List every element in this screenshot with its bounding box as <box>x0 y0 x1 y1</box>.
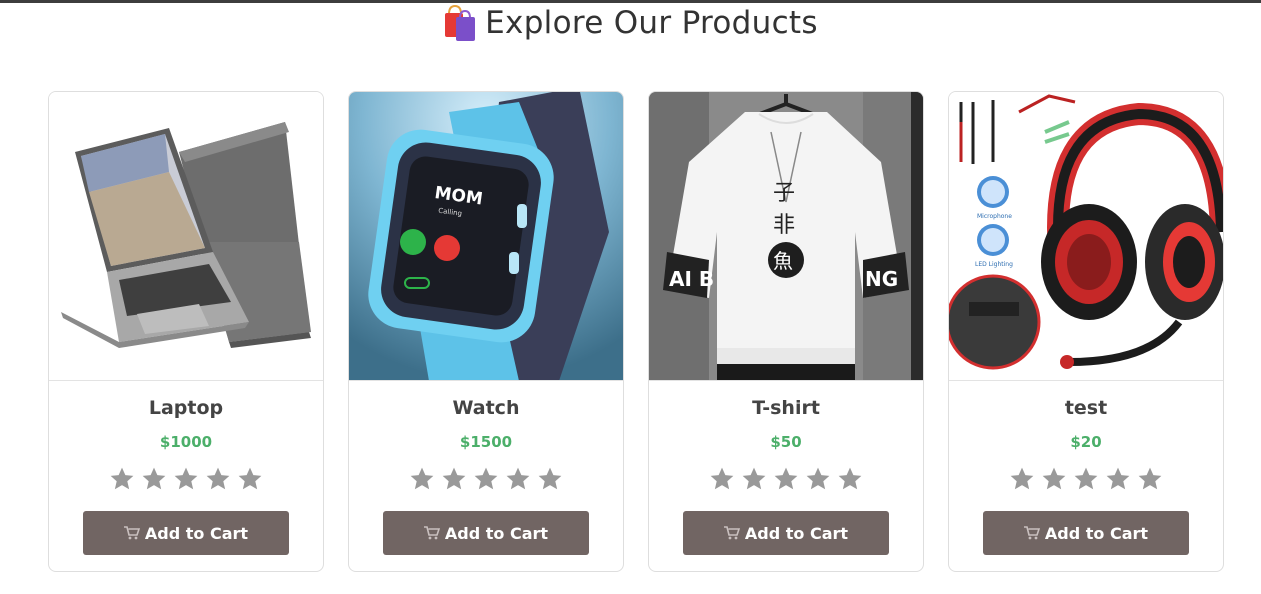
star-icon[interactable] <box>205 466 231 492</box>
page-title: Explore Our Products <box>485 5 818 41</box>
top-border <box>0 0 1261 3</box>
svg-text:NG: NG <box>865 267 898 291</box>
svg-text:魚: 魚 <box>773 249 793 273</box>
star-icon[interactable] <box>141 466 167 492</box>
cart-icon <box>723 526 740 540</box>
page-header: Explore Our Products <box>0 4 1261 42</box>
product-price: $1000 <box>159 433 213 451</box>
star-icon[interactable] <box>741 466 767 492</box>
product-name: Watch <box>452 397 520 419</box>
cart-icon <box>1023 526 1040 540</box>
product-name: Laptop <box>148 397 224 419</box>
laptop-image[interactable] <box>49 92 323 381</box>
star-icon[interactable] <box>1041 466 1067 492</box>
star-icon[interactable] <box>109 466 135 492</box>
star-icon[interactable] <box>773 466 799 492</box>
star-icon[interactable] <box>1137 466 1163 492</box>
star-icon[interactable] <box>1105 466 1131 492</box>
product-card: Laptop $1000 Add to Cart <box>48 91 324 572</box>
star-icon[interactable] <box>709 466 735 492</box>
star-rating[interactable] <box>349 466 623 492</box>
svg-text:非: 非 <box>773 213 795 238</box>
product-name: test <box>1064 397 1108 419</box>
star-icon[interactable] <box>1073 466 1099 492</box>
button-label: Add to Cart <box>444 523 549 543</box>
product-card: AI B NG 子 非 魚 T-shirt $50 Add to Cart <box>648 91 924 572</box>
svg-text:Microphone: Microphone <box>977 213 1012 220</box>
cart-icon <box>123 526 140 540</box>
smartwatch-image[interactable]: MOM Calling <box>349 92 623 381</box>
star-rating[interactable] <box>49 466 323 492</box>
product-grid: Laptop $1000 Add to Cart MOM Calling Wat… <box>48 91 1224 572</box>
cart-icon <box>423 526 440 540</box>
star-icon[interactable] <box>805 466 831 492</box>
star-icon[interactable] <box>837 466 863 492</box>
product-price: $20 <box>1070 433 1102 451</box>
star-icon[interactable] <box>409 466 435 492</box>
star-icon[interactable] <box>1009 466 1035 492</box>
svg-text:子: 子 <box>773 181 795 206</box>
svg-text:LED Lighting: LED Lighting <box>975 261 1013 268</box>
button-label: Add to Cart <box>144 523 249 543</box>
product-card: MOM Calling Watch $1500 Add to Cart <box>348 91 624 572</box>
star-icon[interactable] <box>441 466 467 492</box>
add-to-cart-button[interactable]: Add to Cart <box>83 511 289 555</box>
add-to-cart-button[interactable]: Add to Cart <box>683 511 889 555</box>
star-rating[interactable] <box>949 466 1223 492</box>
product-name: T-shirt <box>752 397 820 419</box>
star-icon[interactable] <box>505 466 531 492</box>
product-card: Microphone LED Lighting test $20 Add to … <box>948 91 1224 572</box>
product-price: $50 <box>770 433 802 451</box>
star-icon[interactable] <box>537 466 563 492</box>
add-to-cart-button[interactable]: Add to Cart <box>983 511 1189 555</box>
tshirt-image[interactable]: AI B NG 子 非 魚 <box>649 92 923 381</box>
star-rating[interactable] <box>649 466 923 492</box>
svg-text:AI B: AI B <box>669 267 714 291</box>
button-label: Add to Cart <box>744 523 849 543</box>
headset-image[interactable]: Microphone LED Lighting <box>949 92 1223 381</box>
add-to-cart-button[interactable]: Add to Cart <box>383 511 589 555</box>
shopping-bags-icon <box>445 4 476 41</box>
product-price: $1500 <box>459 433 513 451</box>
star-icon[interactable] <box>473 466 499 492</box>
star-icon[interactable] <box>173 466 199 492</box>
star-icon[interactable] <box>237 466 263 492</box>
button-label: Add to Cart <box>1044 523 1149 543</box>
